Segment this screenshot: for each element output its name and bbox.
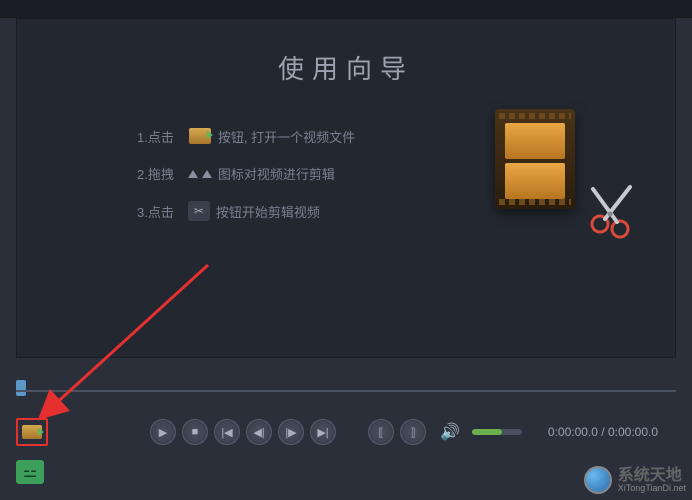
trim-handles-icon [188, 170, 212, 178]
next-frame-button[interactable]: |▶ [278, 419, 304, 445]
title-bar [0, 0, 692, 18]
scissors-icon [585, 179, 645, 239]
wizard-title: 使用向导 [37, 49, 655, 86]
timeline-track[interactable] [16, 390, 676, 392]
mark-out-button[interactable]: ⟧ [400, 419, 426, 445]
folder-icon [22, 425, 42, 439]
total-time: 0:00:00.0 [608, 425, 658, 439]
step-1-prefix: 1.点击 [137, 127, 174, 146]
step-3-prefix: 3.点击 [137, 202, 174, 221]
playhead-marker[interactable] [16, 380, 26, 396]
prev-button[interactable]: |◀ [214, 419, 240, 445]
wizard-panel: 使用向导 1.点击 按钮, 打开一个视频文件 2.拖拽 图标对视频进行剪辑 3.… [16, 18, 676, 358]
volume-icon[interactable]: 🔊 [440, 422, 460, 442]
step-2-suffix: 图标对视频进行剪辑 [218, 164, 335, 183]
watermark: 系统天地 XiTongTianDi.net [584, 466, 686, 494]
expand-button[interactable]: ⚍ [16, 460, 44, 484]
film-scissors-illustration [495, 109, 615, 229]
next-button[interactable]: ▶| [310, 419, 336, 445]
step-3-suffix: 按钮开始剪辑视频 [216, 202, 320, 221]
watermark-url: XiTongTianDi.net [618, 484, 686, 493]
timeline[interactable] [16, 370, 676, 410]
cut-icon: ✂ [188, 201, 210, 221]
volume-fill [472, 429, 502, 435]
time-display: 0:00:00.0 / 0:00:00.0 [548, 425, 658, 439]
play-button[interactable]: ▶ [150, 419, 176, 445]
volume-slider[interactable] [472, 429, 522, 435]
step-2-prefix: 2.拖拽 [137, 164, 174, 183]
step-1-suffix: 按钮, 打开一个视频文件 [218, 127, 355, 146]
open-file-button[interactable] [16, 418, 48, 446]
open-file-icon [188, 126, 212, 146]
watermark-name: 系统天地 [618, 468, 686, 484]
watermark-logo [584, 466, 612, 494]
current-time: 0:00:00.0 [548, 425, 598, 439]
playback-controls: ▶ ■ |◀ ◀| |▶ ▶| ⟦ ⟧ 🔊 0:00:00.0 / 0:00:0… [0, 410, 692, 454]
mark-in-button[interactable]: ⟦ [368, 419, 394, 445]
stop-button[interactable]: ■ [182, 419, 208, 445]
prev-frame-button[interactable]: ◀| [246, 419, 272, 445]
